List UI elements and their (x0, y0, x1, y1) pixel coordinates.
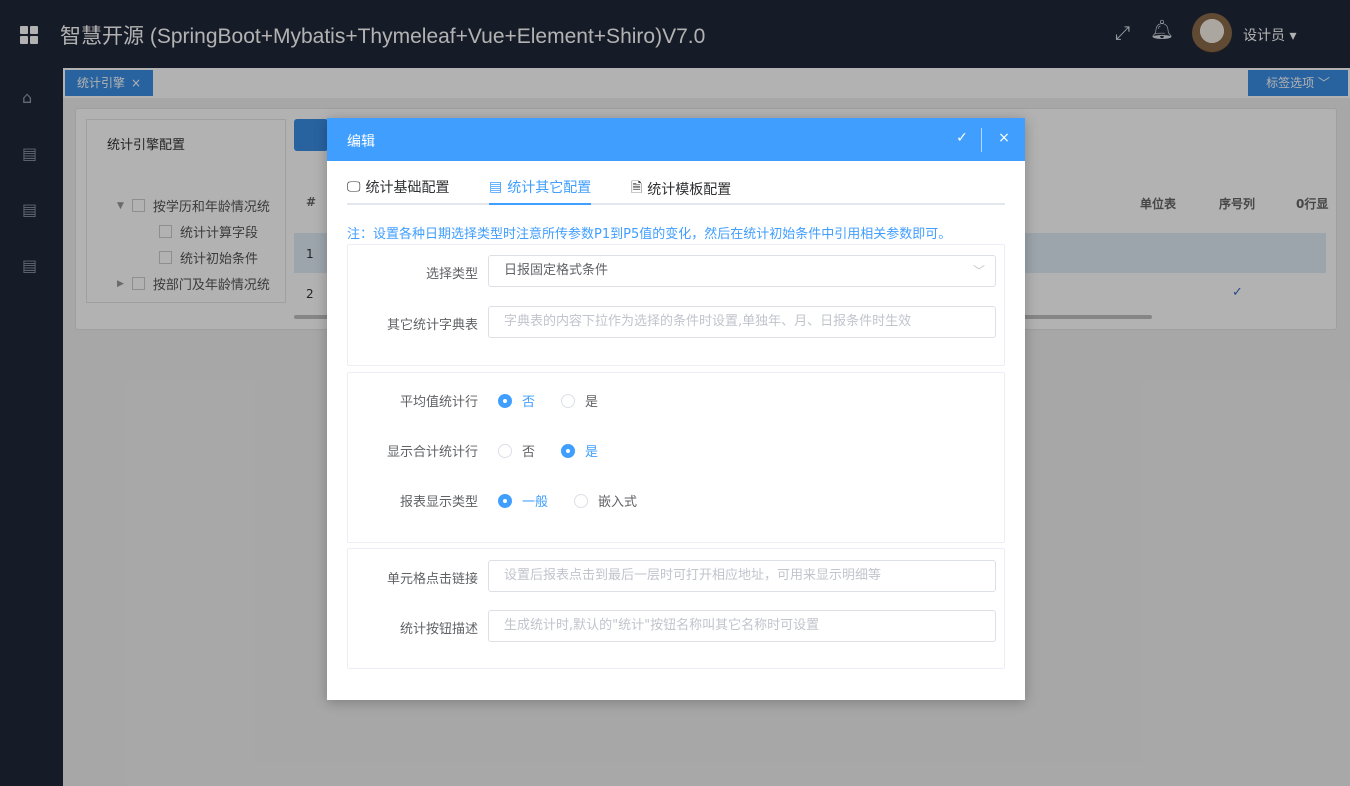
report-type-embedded-radio[interactable]: 嵌入式 (574, 491, 637, 510)
total-row-yes-radio[interactable]: 是 (561, 441, 598, 460)
radio-dot (574, 493, 588, 508)
file-icon: 🗎︎ (631, 180, 643, 196)
check-icon[interactable]: ✓ (953, 130, 971, 148)
radio-label: 一般 (522, 495, 549, 510)
radio-dot (561, 443, 575, 458)
radio-dot (498, 493, 512, 508)
report-type-normal-radio[interactable]: 一般 (498, 491, 548, 510)
dialog-title: 编辑 (347, 134, 375, 150)
dict-table-input[interactable]: 字典表的内容下拉作为选择的条件时设置,单独年、月、日报条件时生效 (488, 306, 996, 338)
radio-label: 是 (585, 395, 599, 410)
cell-link-label: 单元格点击链接 (386, 572, 478, 587)
radio-label: 是 (585, 445, 599, 460)
radio-label: 否 (522, 395, 536, 410)
panel-select: 选择类型 日报固定格式条件 ﹀ 其它统计字典表 字典表的内容下拉作为选择的条件时… (347, 244, 1005, 366)
tab-label: 统计基础配置 (365, 180, 450, 196)
report-type-label: 报表显示类型 (399, 495, 478, 510)
btn-desc-input[interactable]: 生成统计时,默认的"统计"按钮名称叫其它名称时可设置 (488, 610, 996, 642)
monitor-icon: 🖵︎ (347, 179, 361, 195)
panel-links: 单元格点击链接 设置后报表点击到最后一层时可打开相应地址，可用来显示明细等 统计… (347, 548, 1005, 669)
radio-dot (498, 393, 512, 408)
total-row-no-radio[interactable]: 否 (498, 441, 535, 460)
calendar-icon: ▤ (489, 179, 503, 195)
tab-basic-config[interactable]: 🖵︎ 统计基础配置 (347, 177, 450, 197)
avg-row-yes-radio[interactable]: 是 (561, 391, 598, 410)
tab-other-config[interactable]: ▤ 统计其它配置 (489, 177, 591, 197)
dialog-header: 编辑 ✓ × (327, 118, 1025, 161)
select-value: 日报固定格式条件 (504, 263, 609, 278)
select-type-select[interactable]: 日报固定格式条件 ﹀ (488, 255, 996, 287)
tab-label: 统计其它配置 (507, 180, 592, 196)
tab-template-config[interactable]: 🗎︎ 统计模板配置 (631, 177, 731, 201)
btn-desc-label: 统计按钮描述 (399, 622, 478, 637)
radio-dot (498, 443, 512, 458)
avg-row-label: 平均值统计行 (399, 395, 478, 410)
tab-label: 统计模板配置 (647, 182, 732, 198)
select-type-label: 选择类型 (425, 267, 478, 282)
radio-label: 否 (522, 445, 536, 460)
panel-radios: 平均值统计行 否 是 显示合计统计行 否 是 报表显示类型 一般 嵌入式 (347, 372, 1005, 543)
tab-active-indicator (489, 203, 591, 205)
radio-dot (561, 393, 575, 408)
dialog-tabs: 🖵︎ 统计基础配置 ▤ 统计其它配置 🗎︎ 统计模板配置 (347, 161, 1005, 205)
chevron-down-icon: ﹀ (972, 264, 985, 278)
cell-link-input[interactable]: 设置后报表点击到最后一层时可打开相应地址，可用来显示明细等 (488, 560, 996, 592)
edit-dialog: 编辑 ✓ × 🖵︎ 统计基础配置 ▤ 统计其它配置 🗎︎ 统计模板配置 注：设置各种日… (327, 118, 1025, 700)
radio-label: 嵌入式 (598, 495, 638, 510)
divider (981, 128, 982, 152)
avg-row-no-radio[interactable]: 否 (498, 391, 535, 410)
dict-table-label: 其它统计字典表 (386, 318, 478, 333)
close-icon[interactable]: × (995, 130, 1013, 148)
note-text: 注：设置各种日期选择类型时注意所传参数P1到P5值的变化，然后在统计初始条件中引… (347, 227, 952, 242)
total-row-label: 显示合计统计行 (386, 445, 478, 460)
